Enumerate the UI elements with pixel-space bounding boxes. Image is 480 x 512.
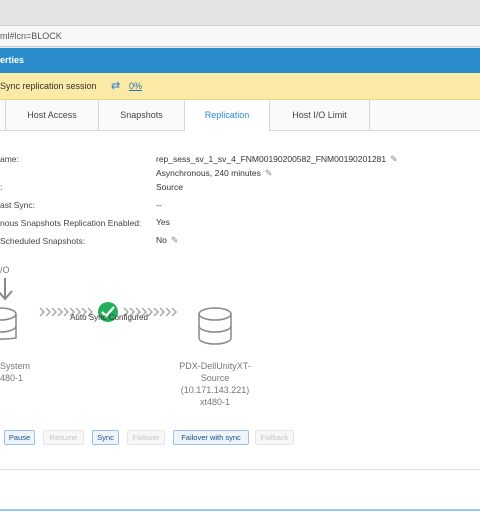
edit-pencil-icon[interactable]: ✎: [265, 168, 273, 179]
banner-message: Sync replication session: [0, 81, 97, 91]
field-value-last-sync: --: [156, 200, 162, 210]
failback-button[interactable]: Failback: [255, 430, 294, 445]
left-system-name: System 480-1: [0, 361, 31, 383]
browser-top-bar: [0, 0, 480, 25]
dialog-title-bar: erties: [0, 48, 480, 73]
properties-dialog: erties Sync replication session ⇄ 0% Hos…: [0, 48, 480, 512]
sync-button[interactable]: Sync: [92, 430, 119, 445]
tab-replication[interactable]: Replication: [185, 100, 270, 132]
failover-with-sync-button[interactable]: Failover with sync: [173, 430, 249, 445]
io-arrow-icon: [0, 278, 13, 301]
tab-host-access[interactable]: Host Access: [6, 100, 99, 131]
field-label-snapshot-replication: nous Snapshots Replication Enabled:: [0, 218, 142, 228]
field-value-session-name: rep_sess_sv_1_sv_4_FNM00190200582_FNM001…: [156, 154, 398, 165]
sync-banner: Sync replication session ⇄ 0%: [0, 73, 480, 100]
sync-status-label: Auto Sync Configured: [70, 313, 148, 322]
tab-host-io-limit[interactable]: Host I/O Limit: [270, 100, 370, 131]
right-system-name: PDX-DellUnityXT- Source (10.171.143.221)…: [179, 361, 251, 407]
field-value-role: Source: [156, 182, 183, 192]
failover-button[interactable]: Failover: [127, 430, 165, 445]
pause-button[interactable]: Pause: [4, 430, 35, 445]
field-value-scheduled-snapshots: No ✎: [156, 235, 179, 246]
field-label-role: :: [0, 182, 3, 192]
address-bar[interactable]: ml#lcn=BLOCK: [0, 25, 480, 47]
field-value-snapshot-replication: Yes: [156, 217, 170, 227]
dialog-title: erties: [0, 55, 25, 65]
sync-progress-link[interactable]: 0%: [129, 73, 142, 100]
resume-button[interactable]: Resume: [43, 430, 84, 445]
sync-icon: ⇄: [111, 80, 121, 92]
field-value-mode: Asynchronous, 240 minutes ✎: [156, 168, 273, 179]
edit-pencil-icon[interactable]: ✎: [390, 154, 398, 165]
divider: [0, 469, 480, 470]
tab-snapshots[interactable]: Snapshots: [99, 100, 185, 131]
field-label-scheduled-snapshots: Scheduled Snapshots:: [0, 236, 86, 246]
tab-strip: Host Access Snapshots Replication Host I…: [0, 100, 480, 132]
field-label-last-sync: ast Sync:: [0, 200, 35, 210]
right-database-icon: [198, 307, 232, 345]
io-label: /O: [0, 265, 10, 275]
address-text: ml#lcn=BLOCK: [0, 31, 62, 41]
dialog-bottom-border: [0, 509, 480, 511]
field-label-session-name: ame:: [0, 154, 19, 164]
edit-pencil-icon[interactable]: ✎: [171, 235, 179, 246]
left-database-icon: [0, 307, 17, 340]
